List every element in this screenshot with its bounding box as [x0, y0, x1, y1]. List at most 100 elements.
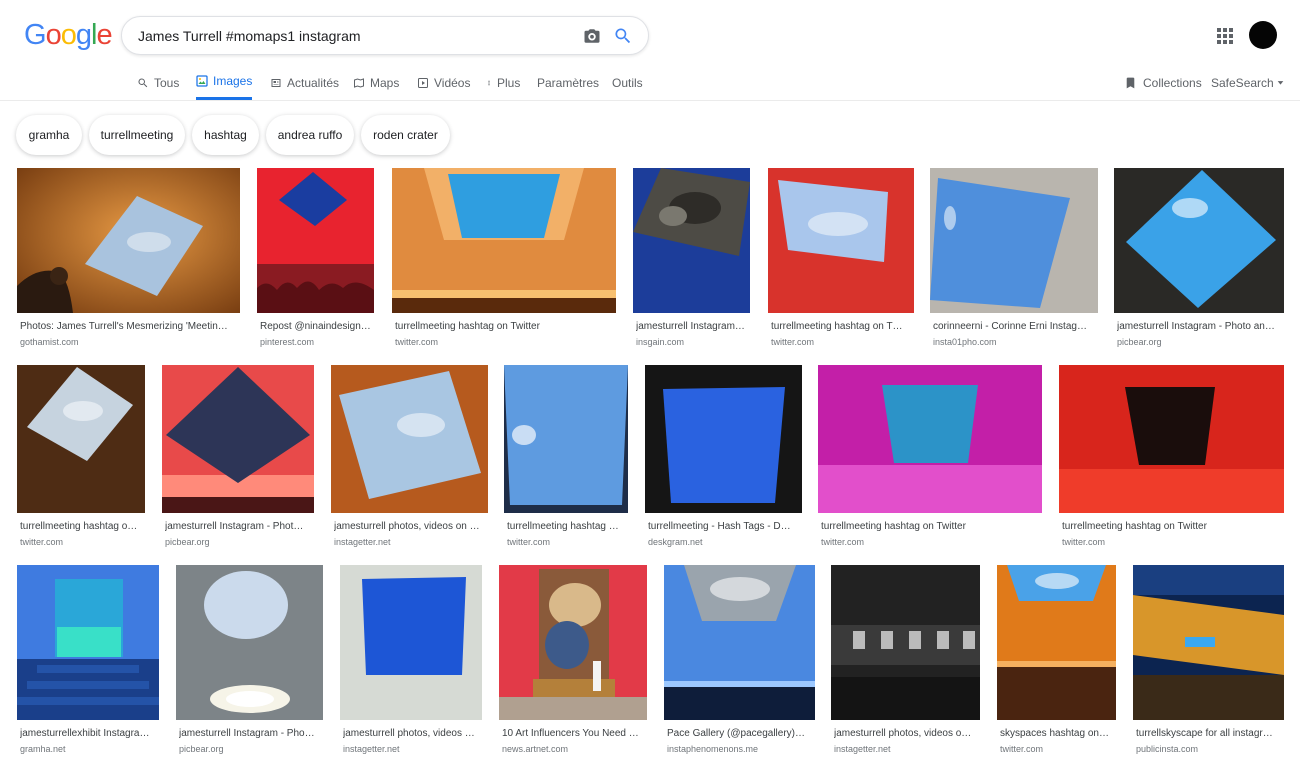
chip-roden-crater[interactable]: roden crater — [361, 115, 450, 155]
result-title: jamesturrell Instagram… — [636, 321, 745, 332]
chip-label: turrellmeeting — [100, 128, 174, 142]
result-source: picbear.org — [179, 744, 224, 754]
result-thumbnail[interactable] — [17, 168, 240, 313]
result-thumbnail[interactable] — [257, 168, 374, 313]
result-title: jamesturrell photos, videos … — [343, 728, 475, 739]
result-source: instagetter.net — [334, 537, 391, 547]
result-source: twitter.com — [821, 537, 865, 547]
result-source: twitter.com — [20, 537, 64, 547]
result-title: jamesturrell photos, videos on … — [334, 521, 480, 532]
search-icon[interactable] — [613, 26, 633, 46]
tab-label: Outils — [612, 75, 643, 90]
result-title: Pace Gallery (@pacegallery)… — [667, 728, 805, 739]
camera-icon[interactable] — [583, 27, 601, 45]
tab-label: Maps — [370, 75, 400, 90]
result-source: twitter.com — [507, 537, 551, 547]
safesearch-label: SafeSearch — [1211, 75, 1274, 90]
tab-videos[interactable]: Vidéos — [417, 65, 470, 100]
result-source: twitter.com — [395, 337, 439, 347]
result-source: twitter.com — [1062, 537, 1106, 547]
result-thumbnail[interactable] — [1133, 565, 1284, 720]
tab-maps[interactable]: Maps — [353, 65, 399, 100]
result-title: Repost @ninaindesign… — [260, 321, 371, 332]
collections-button[interactable]: Collections — [1124, 65, 1202, 100]
search-tabs: Tous Images Actualités Maps Vidéos Plus … — [0, 65, 1300, 101]
result-source: instagetter.net — [343, 744, 400, 754]
result-source: insta01pho.com — [933, 337, 997, 347]
result-thumbnail[interactable] — [17, 365, 145, 513]
news-icon — [271, 78, 281, 87]
more-icon — [488, 80, 490, 85]
result-source: twitter.com — [771, 337, 815, 347]
tab-tools[interactable]: Outils — [612, 65, 643, 100]
result-thumbnail[interactable] — [930, 168, 1098, 313]
result-thumbnail[interactable] — [1114, 168, 1284, 313]
result-thumbnail[interactable] — [831, 565, 980, 720]
map-icon — [354, 77, 364, 88]
result-thumbnail[interactable] — [645, 365, 802, 513]
safesearch-dropdown[interactable]: SafeSearch — [1211, 65, 1284, 100]
result-title: turrellmeeting hashtag o… — [20, 521, 138, 532]
tab-settings[interactable]: Paramètres — [537, 65, 599, 100]
search-input[interactable] — [138, 17, 568, 54]
result-thumbnail[interactable] — [340, 565, 482, 720]
result-title: turrellmeeting hashtag on Twitter — [821, 521, 966, 532]
result-source: publicinsta.com — [1136, 744, 1199, 754]
result-title: Photos: James Turrell's Mesmerizing 'Mee… — [20, 321, 228, 332]
result-title: skyspaces hashtag on… — [1000, 728, 1109, 739]
result-thumbnail[interactable] — [997, 565, 1116, 720]
result-thumbnail[interactable] — [17, 565, 159, 720]
result-title: turrellmeeting hashtag on Twitter — [1062, 521, 1207, 532]
search-box[interactable] — [121, 16, 649, 55]
tab-news[interactable]: Actualités — [270, 65, 339, 100]
result-thumbnail[interactable] — [331, 365, 488, 513]
result-title: jamesturrell Instagram - Phot… — [165, 521, 304, 532]
apps-grid-icon[interactable] — [1217, 28, 1233, 44]
google-logo[interactable]: Google — [24, 19, 113, 52]
result-thumbnail[interactable] — [504, 365, 628, 513]
chevron-down-icon — [1277, 81, 1284, 85]
tab-images[interactable]: Images — [196, 65, 253, 100]
result-source: deskgram.net — [648, 537, 703, 547]
chip-hashtag[interactable]: hashtag — [192, 115, 259, 155]
chip-andrea-ruffo[interactable]: andrea ruffo — [266, 115, 354, 155]
tab-label: Images — [213, 74, 253, 88]
image-icon — [196, 75, 208, 87]
tab-label: Paramètres — [537, 75, 600, 90]
result-source: pinterest.com — [260, 337, 315, 347]
result-thumbnail[interactable] — [818, 365, 1042, 513]
chip-gramha[interactable]: gramha — [16, 115, 82, 155]
tab-label: Vidéos — [434, 75, 471, 90]
chip-label: hashtag — [204, 128, 247, 142]
result-title: turrellmeeting hashtag on Twitter — [395, 321, 540, 332]
tab-more[interactable]: Plus — [486, 65, 520, 100]
result-title: jamesturrell photos, videos o… — [834, 728, 972, 739]
tab-label: Plus — [497, 75, 521, 90]
result-source: instagetter.net — [834, 744, 891, 754]
result-thumbnail[interactable] — [392, 168, 616, 313]
result-thumbnail[interactable] — [633, 168, 750, 313]
result-title: jamesturrell Instagram - Pho… — [179, 728, 315, 739]
result-source: picbear.org — [165, 537, 210, 547]
result-source: gothamist.com — [20, 337, 79, 347]
tab-all[interactable]: Tous — [137, 65, 179, 100]
search-icon — [138, 78, 148, 87]
result-thumbnail[interactable] — [499, 565, 647, 720]
video-icon — [418, 77, 428, 88]
result-title: corinneerni - Corinne Erni Instag… — [933, 321, 1087, 332]
result-source: insgain.com — [636, 337, 685, 347]
result-thumbnail[interactable] — [768, 168, 914, 313]
chip-label: roden crater — [373, 128, 438, 142]
result-title: 10 Art Influencers You Need … — [502, 728, 639, 739]
result-source: instaphenomenons.me — [667, 744, 759, 754]
chip-turrellmeeting[interactable]: turrellmeeting — [89, 115, 185, 155]
result-source: gramha.net — [20, 744, 66, 754]
tab-label: Actualités — [287, 75, 340, 90]
chip-label: gramha — [28, 128, 70, 142]
result-thumbnail[interactable] — [176, 565, 323, 720]
result-thumbnail[interactable] — [664, 565, 815, 720]
result-title: turrellskyscape for all instagr… — [1136, 728, 1273, 739]
result-thumbnail[interactable] — [1059, 365, 1284, 513]
avatar[interactable] — [1249, 21, 1277, 49]
result-thumbnail[interactable] — [162, 365, 314, 513]
